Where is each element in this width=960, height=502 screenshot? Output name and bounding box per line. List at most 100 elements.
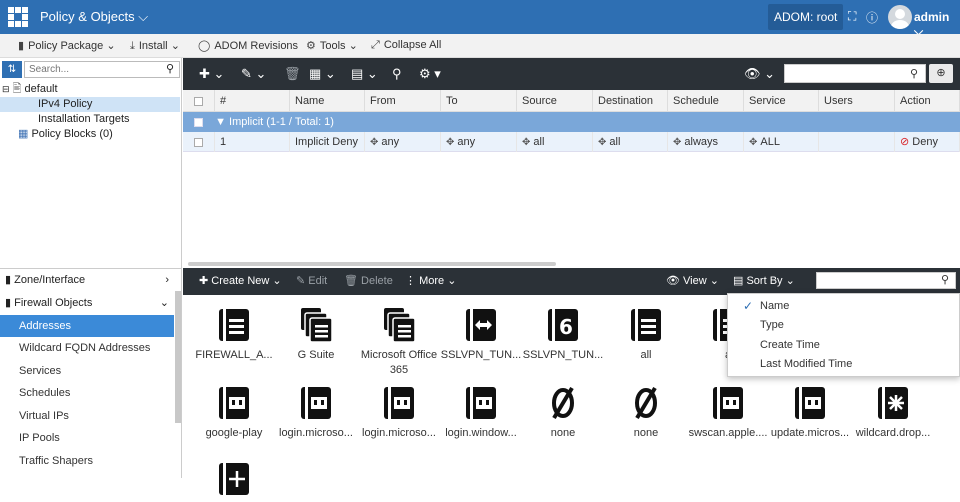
cell-name[interactable]: Implicit Deny <box>290 132 365 152</box>
advanced-search-button[interactable]: ⊕ <box>929 64 953 83</box>
tree-item-installation-targets[interactable]: Installation Targets <box>0 112 180 127</box>
address-object[interactable]: wildcard.drop... <box>852 385 934 441</box>
delete-policy-button[interactable]: 🗑 <box>284 66 301 82</box>
column-header-destination[interactable]: Destination <box>593 90 668 112</box>
cell-to[interactable]: ✥ any <box>441 132 517 152</box>
address-object[interactable]: login.window... <box>440 385 522 441</box>
cell-service[interactable]: ✥ ALL <box>744 132 819 152</box>
tree-search-input[interactable] <box>24 61 180 78</box>
section-checkbox[interactable] <box>194 117 203 127</box>
sort-option-last-modified-time[interactable]: Last Modified Time <box>728 354 958 374</box>
column-header-from[interactable]: From <box>365 90 441 112</box>
select-all-checkbox-header[interactable] <box>183 90 215 112</box>
object-label: update.micros... <box>770 427 850 439</box>
cell-schedule[interactable]: ✥ always <box>668 132 744 152</box>
policy-search-input[interactable] <box>784 64 926 83</box>
select-all-checkbox[interactable] <box>194 96 203 106</box>
address-object[interactable]: all <box>605 307 687 363</box>
triangle-down-icon[interactable]: ▼ <box>215 116 226 128</box>
create-new-button[interactable]: ✚ Create New ⌄ <box>199 274 282 287</box>
grid-horizontal-scrollbar[interactable] <box>188 262 556 266</box>
address-object[interactable]: none <box>605 385 687 441</box>
tools-menu[interactable]: ⚙ Tools ⌄ <box>306 39 358 52</box>
object-search-input[interactable] <box>816 272 956 289</box>
nav-section-firewall-objects[interactable]: ▮ Firewall Objects ⌄ <box>0 292 174 314</box>
nav-item-schedules[interactable]: Schedules <box>0 382 174 404</box>
address-object[interactable]: Microsoft Office 365 <box>358 307 440 378</box>
nav-item-virtual-ips[interactable]: Virtual IPs <box>0 405 174 427</box>
address-object[interactable]: G Suite <box>275 307 357 363</box>
install-menu[interactable]: ⤓ Install ⌄ <box>130 39 180 53</box>
tree-item-ipv4-policy[interactable]: IPv4 Policy <box>0 97 180 112</box>
address-object[interactable]: 6 SSLVPN_TUN... <box>522 307 604 363</box>
adom-selector[interactable]: ADOM: root <box>768 4 844 30</box>
collapse-toggle-icon[interactable]: ⊟ <box>2 84 10 94</box>
more-menu[interactable]: ⋮ More ⌄ <box>405 274 456 287</box>
object-label: login.window... <box>445 427 517 439</box>
search-icon[interactable]: ⚲ <box>941 273 949 286</box>
fortinet-logo-icon[interactable] <box>8 7 28 27</box>
add-policy-button[interactable]: ✚ ⌄ <box>199 66 224 82</box>
row-checkbox-cell[interactable] <box>183 132 215 152</box>
adom-revisions-button[interactable]: ◯ ADOM Revisions <box>198 39 298 52</box>
search-icon[interactable]: ⚲ <box>910 67 918 80</box>
column-header-to[interactable]: To <box>441 90 517 112</box>
address-object[interactable]: login.microso... <box>358 385 440 441</box>
column-settings-button[interactable]: ▤ ⌄ <box>351 66 378 82</box>
nav-item-wildcard-fqdn-addresses[interactable]: Wildcard FQDN Addresses <box>0 337 174 359</box>
sort-tree-button[interactable]: ⇅ <box>2 61 22 78</box>
collapse-all-button[interactable]: ⤢ Collapse All <box>371 39 441 52</box>
cell-action[interactable]: ⊘ Deny <box>895 132 960 152</box>
edit-policy-button[interactable]: ✎ ⌄ <box>241 66 266 82</box>
address-object[interactable]: SSLVPN_TUN... <box>440 307 522 363</box>
nav-item-addresses[interactable]: Addresses <box>0 315 174 337</box>
cell-users[interactable] <box>819 132 895 152</box>
avatar[interactable] <box>888 5 912 29</box>
search-icon[interactable]: ⚲ <box>166 62 174 75</box>
column-header-users[interactable]: Users <box>819 90 895 112</box>
sort-option-type[interactable]: Type <box>728 315 958 335</box>
view-mode-button[interactable]: 👁 ⌄ <box>744 66 775 82</box>
row-checkbox[interactable] <box>194 137 203 147</box>
cell-destination[interactable]: ✥ all <box>593 132 668 152</box>
address-object[interactable]: FIREWALL_A... <box>193 307 275 363</box>
cell-source[interactable]: ✥ all <box>517 132 593 152</box>
object-label: G Suite <box>297 349 335 361</box>
address-object[interactable]: swscan.apple.... <box>687 385 769 441</box>
view-menu[interactable]: 👁 View ⌄ <box>666 274 719 287</box>
sort-by-menu[interactable]: ▤ Sort By ⌄ <box>733 274 795 287</box>
delete-button[interactable]: 🗑 Delete <box>344 274 393 287</box>
address-object[interactable]: none <box>522 385 604 441</box>
nav-item-ip-pools[interactable]: IP Pools <box>0 427 174 449</box>
table-row[interactable]: 1 Implicit Deny ✥ any ✥ any ✥ all ✥ all ✥ alw… <box>183 132 960 152</box>
nav-item-services[interactable]: Services <box>0 360 174 382</box>
nav-item-traffic-shapers[interactable]: Traffic Shapers <box>0 450 174 472</box>
edit-button[interactable]: ✎ Edit <box>296 274 327 287</box>
address-object[interactable]: google-play <box>193 385 275 441</box>
app-module-selector[interactable]: Policy & Objects ⌵ <box>40 9 148 25</box>
column-header-name[interactable]: Name <box>290 90 365 112</box>
fullscreen-icon[interactable]: ⛶ <box>848 9 856 24</box>
help-icon[interactable]: ⓘ <box>866 9 878 26</box>
column-header-service[interactable]: Service <box>744 90 819 112</box>
column-header-source[interactable]: Source <box>517 90 593 112</box>
address-object[interactable]: update.micros... <box>769 385 851 441</box>
schedule-icon: ✥ <box>673 137 682 148</box>
sort-option-create-time[interactable]: Create Time <box>728 335 958 355</box>
search-policy-button[interactable]: ⚲ <box>392 66 402 82</box>
sort-option-name[interactable]: Name <box>728 296 958 316</box>
policy-tools-button[interactable]: ⚙ ▾ <box>419 66 441 82</box>
cell-from[interactable]: ✥ any <box>365 132 441 152</box>
column-header-action[interactable]: Action <box>895 90 960 112</box>
tree-item-policy-blocks[interactable]: ▦ Policy Blocks (0) <box>0 127 180 142</box>
address-object[interactable]: login.microso... <box>275 385 357 441</box>
nav-scrollbar[interactable] <box>175 291 181 423</box>
policy-package-menu[interactable]: ▮ Policy Package ⌄ <box>18 39 116 52</box>
address-object[interactable] <box>193 461 275 502</box>
section-row-implicit[interactable]: ▼ Implicit (1-1 / Total: 1) <box>183 112 960 132</box>
column-header-schedule[interactable]: Schedule <box>668 90 744 112</box>
tree-item-default[interactable]: ⊟ 🖹 default <box>0 82 180 97</box>
column-header-num[interactable]: # <box>215 90 290 112</box>
nav-section-zone-interface[interactable]: ▮ Zone/Interface › <box>0 269 174 291</box>
section-button[interactable]: ▦ ⌄ <box>309 66 336 82</box>
